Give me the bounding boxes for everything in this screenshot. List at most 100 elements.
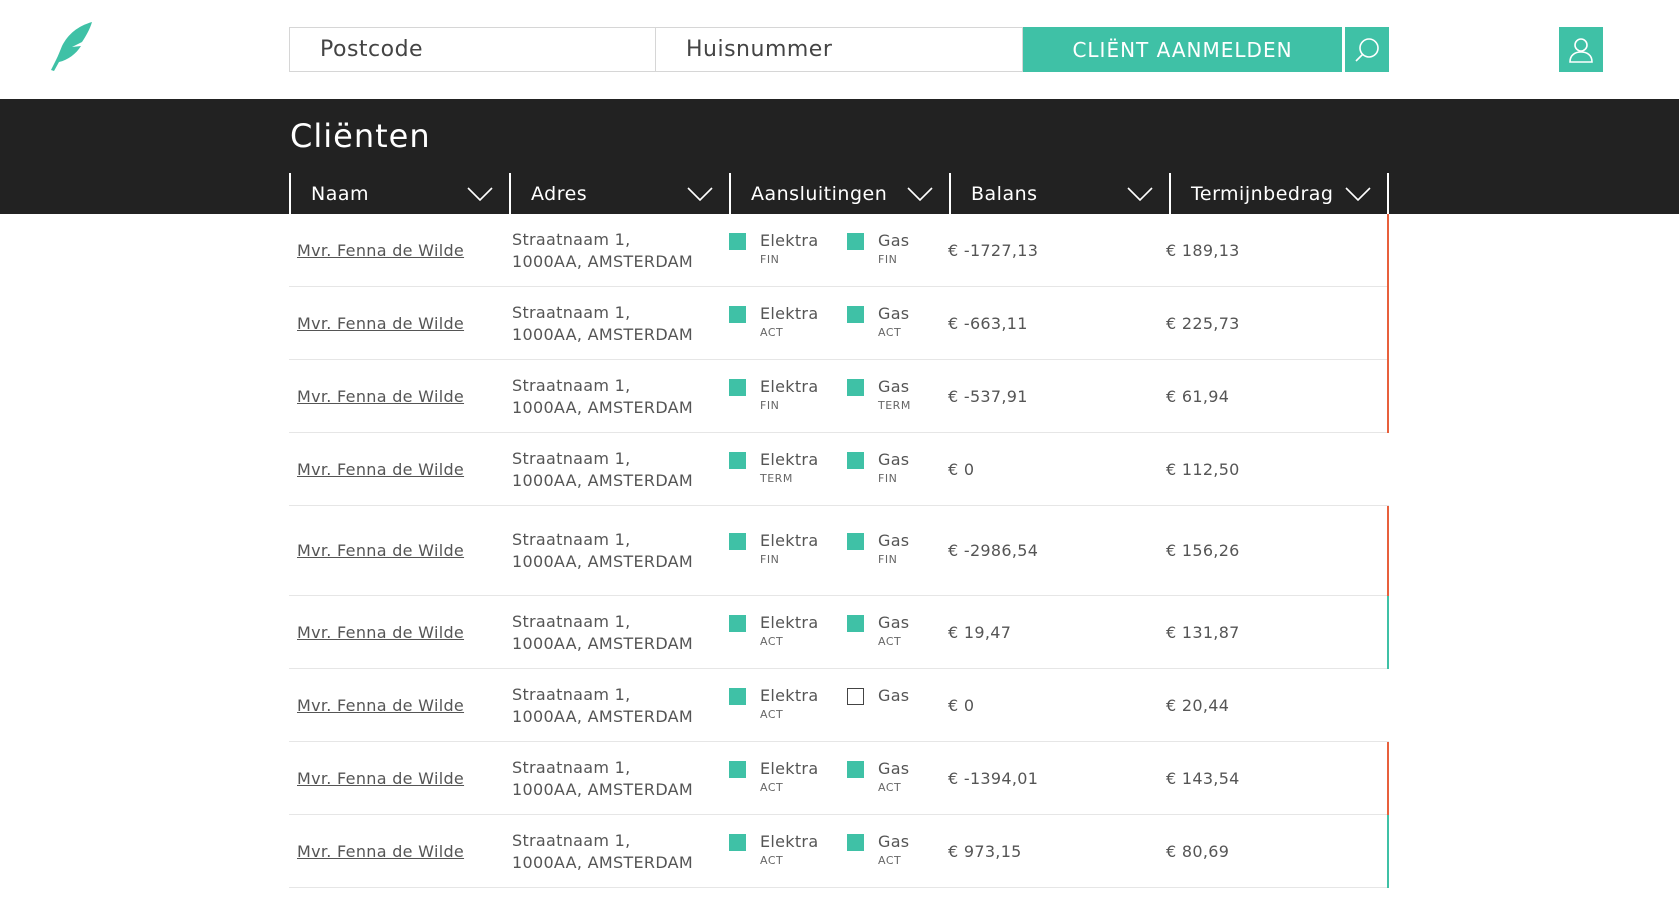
gas-label: Gas	[878, 685, 910, 705]
connections: Elektra FIN Gas FIN	[729, 231, 965, 266]
termijnbedrag-value: € 80,69	[1166, 841, 1230, 861]
elektra-label: Elektra	[760, 449, 819, 469]
gas-status: TERM	[878, 398, 911, 412]
chevron-down-icon	[907, 186, 933, 201]
client-name-link[interactable]: Mvr. Fenna de Wilde	[297, 460, 464, 479]
address-city: 1000AA, AMSTERDAM	[512, 552, 694, 571]
elektra-status: FIN	[760, 252, 780, 266]
connections: Elektra ACT Gas ACT	[729, 759, 965, 794]
elektra-indicator	[729, 378, 746, 396]
search-button[interactable]	[1345, 27, 1389, 72]
elektra-status: FIN	[760, 553, 780, 566]
postcode-input[interactable]: Postcode	[289, 27, 656, 72]
table-header: Naam Adres Aansluitingen Balans Termijnb…	[289, 173, 1389, 214]
chevron-down-icon	[687, 186, 713, 201]
table-row[interactable]: Mvr. Fenna de Wilde Straatnaam 1, 1000AA, …	[289, 506, 1389, 596]
user-account-button[interactable]	[1559, 27, 1603, 72]
connections: Elektra ACT Gas ACT	[729, 304, 965, 339]
termijnbedrag-value: € 225,73	[1166, 313, 1240, 333]
gas-status: FIN	[878, 553, 898, 566]
gas-indicator	[847, 305, 864, 323]
gas-indicator	[847, 232, 864, 250]
gas-indicator	[847, 833, 864, 851]
elektra-status: ACT	[760, 853, 784, 867]
table-row[interactable]: Mvr. Fenna de Wilde Straatnaam 1, 1000AA, …	[289, 669, 1389, 742]
page-title: Cliënten	[290, 117, 431, 155]
termijnbedrag-value: € 156,26	[1166, 541, 1240, 560]
connection-elektra: Elektra ACT	[729, 759, 847, 794]
column-header-aansluitingen[interactable]: Aansluitingen	[729, 173, 949, 214]
status-indicator-bar	[1387, 214, 1389, 287]
address-street: Straatnaam 1,	[512, 375, 631, 395]
client-address: Straatnaam 1, 1000AA, AMSTERDAM	[512, 757, 693, 801]
column-header-adres[interactable]: Adres	[509, 173, 729, 214]
table-row[interactable]: Mvr. Fenna de Wilde Straatnaam 1, 1000AA, …	[289, 815, 1389, 888]
column-label: Adres	[531, 182, 588, 205]
address-street: Straatnaam 1,	[512, 229, 631, 249]
balans-value: € -537,91	[948, 386, 1028, 406]
address-city: 1000AA, AMSTERDAM	[512, 706, 694, 726]
table-row[interactable]: Mvr. Fenna de Wilde Straatnaam 1, 1000AA, …	[289, 214, 1389, 287]
gas-status: ACT	[878, 780, 902, 794]
client-name-link[interactable]: Mvr. Fenna de Wilde	[297, 241, 464, 260]
gas-label: Gas	[878, 612, 910, 632]
termijnbedrag-value: € 189,13	[1166, 240, 1240, 260]
address-city: 1000AA, AMSTERDAM	[512, 779, 694, 799]
elektra-label: Elektra	[760, 612, 819, 632]
table-row[interactable]: Mvr. Fenna de Wilde Straatnaam 1, 1000AA, …	[289, 287, 1389, 360]
balans-value: € -1727,13	[948, 240, 1039, 260]
client-aanmelden-button[interactable]: CLIËNT AANMELDEN	[1023, 27, 1342, 72]
connections: Elektra TERM Gas FIN	[729, 450, 965, 485]
elektra-status: FIN	[760, 398, 780, 412]
balans-value: € 0	[948, 459, 975, 479]
table-row[interactable]: Mvr. Fenna de Wilde Straatnaam 1, 1000AA, …	[289, 596, 1389, 669]
address-city: 1000AA, AMSTERDAM	[512, 852, 694, 872]
client-name-link[interactable]: Mvr. Fenna de Wilde	[297, 541, 464, 560]
client-address: Straatnaam 1, 1000AA, AMSTERDAM	[512, 611, 693, 655]
client-address: Straatnaam 1, 1000AA, AMSTERDAM	[512, 684, 693, 728]
gas-label: Gas	[878, 531, 910, 550]
gas-status: FIN	[878, 471, 898, 485]
connection-elektra: Elektra TERM	[729, 450, 847, 485]
balans-value: € 973,15	[948, 841, 1022, 861]
client-name-link[interactable]: Mvr. Fenna de Wilde	[297, 387, 464, 406]
termijnbedrag-value: € 143,54	[1166, 768, 1240, 788]
gas-label: Gas	[878, 230, 910, 250]
status-indicator-bar	[1387, 742, 1389, 815]
table-row[interactable]: Mvr. Fenna de Wilde Straatnaam 1, 1000AA, …	[289, 433, 1389, 506]
address-street: Straatnaam 1,	[512, 302, 631, 322]
table-row[interactable]: Mvr. Fenna de Wilde Straatnaam 1, 1000AA, …	[289, 360, 1389, 433]
address-city: 1000AA, AMSTERDAM	[512, 633, 694, 653]
elektra-indicator	[729, 533, 746, 550]
elektra-label: Elektra	[760, 685, 819, 705]
connections: Elektra FIN Gas TERM	[729, 377, 965, 412]
client-name-link[interactable]: Mvr. Fenna de Wilde	[297, 314, 464, 333]
elektra-label: Elektra	[760, 376, 819, 396]
column-header-naam[interactable]: Naam	[289, 173, 509, 214]
gas-label: Gas	[878, 449, 910, 469]
table-row[interactable]: Mvr. Fenna de Wilde Straatnaam 1, 1000AA, …	[289, 742, 1389, 815]
gas-label: Gas	[878, 758, 910, 778]
elektra-status: ACT	[760, 634, 784, 648]
connections: Elektra ACT Gas	[729, 686, 965, 721]
elektra-status: ACT	[760, 780, 784, 794]
elektra-label: Elektra	[760, 758, 819, 778]
client-name-link[interactable]: Mvr. Fenna de Wilde	[297, 623, 464, 642]
address-street: Straatnaam 1,	[512, 757, 631, 777]
elektra-indicator	[729, 760, 746, 778]
column-header-balans[interactable]: Balans	[949, 173, 1169, 214]
elektra-label: Elektra	[760, 831, 819, 851]
client-name-link[interactable]: Mvr. Fenna de Wilde	[297, 842, 464, 861]
gas-indicator	[847, 451, 864, 469]
column-header-termijnbedrag[interactable]: Termijnbedrag	[1169, 173, 1389, 214]
status-indicator-bar	[1387, 596, 1389, 669]
address-city: 1000AA, AMSTERDAM	[512, 251, 694, 271]
elektra-indicator	[729, 305, 746, 323]
huisnummer-input[interactable]: Huisnummer	[656, 27, 1023, 72]
termijnbedrag-value: € 20,44	[1166, 695, 1230, 715]
client-name-link[interactable]: Mvr. Fenna de Wilde	[297, 696, 464, 715]
feather-logo-icon[interactable]	[48, 20, 94, 72]
gas-indicator	[847, 760, 864, 778]
client-name-link[interactable]: Mvr. Fenna de Wilde	[297, 769, 464, 788]
elektra-indicator	[729, 833, 746, 851]
